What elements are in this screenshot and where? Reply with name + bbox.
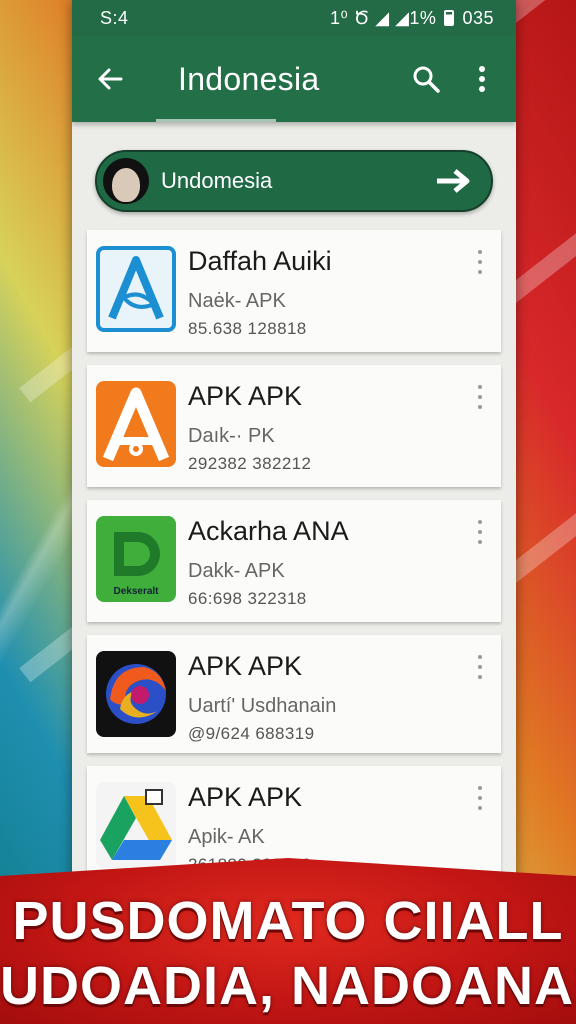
app-list-item[interactable]: Daffah Auiki Naėk- APK 85.638 128818 — [87, 230, 501, 352]
banner-headline-line-1: PUSDOMATO CIIALL — [12, 891, 564, 951]
search-icon — [413, 66, 440, 93]
item-menu-button[interactable] — [469, 782, 491, 814]
item-menu-button[interactable] — [469, 246, 491, 278]
app-name: Ackarha ANA — [188, 516, 349, 546]
app-stats: 85.638 128818 — [188, 319, 307, 338]
app-name: Daffah Auiki — [188, 246, 332, 276]
app-stats: 66:698 322318 — [188, 589, 307, 608]
status-indicators: 1⁰ Ծ ◢ ◢1% 035 — [330, 8, 494, 29]
go-button[interactable] — [429, 161, 477, 201]
arrow-left-icon — [98, 68, 123, 90]
page-title: Indonesia — [178, 60, 320, 97]
status-bar: S:4 1⁰ Ծ ◢ ◢1% 035 — [72, 0, 516, 36]
avatar-face-icon — [112, 168, 140, 202]
status-clock: 035 — [462, 7, 494, 28]
app-list-item[interactable]: APK APK Uartí' Usdhanain @9/624 688319 — [87, 635, 501, 753]
more-options-button[interactable] — [462, 59, 502, 99]
app-name: APK APK — [188, 651, 303, 681]
app-stats: 292382 382212 — [188, 454, 312, 473]
item-menu-button[interactable] — [469, 651, 491, 683]
app-subtitle: Uartí' Usdhanain — [188, 695, 337, 717]
app-subtitle: Apik- AK — [188, 826, 265, 848]
app-name: APK APK — [188, 782, 303, 812]
blue-a-icon — [96, 246, 176, 332]
app-name: APK APK — [188, 381, 303, 411]
back-button[interactable] — [90, 59, 130, 99]
avatar — [103, 158, 149, 204]
status-icons: 1⁰ Ծ ◢ ◢1% — [329, 7, 437, 28]
region-pill-text: Undomesia — [161, 168, 273, 193]
app-subtitle: Daık-· PK — [188, 425, 275, 447]
orange-a-icon — [96, 381, 176, 467]
app-stats: @9/624 688319 — [188, 724, 315, 743]
firefox-swirl-icon — [96, 651, 176, 737]
more-vert-icon — [479, 66, 485, 92]
item-menu-button[interactable] — [469, 516, 491, 548]
app-subtitle: Dakk- APK — [188, 560, 285, 582]
search-button[interactable] — [406, 59, 446, 99]
app-list-item[interactable]: Dekseralt Ackarha ANA Dakk- APK 66:698 3… — [87, 500, 501, 622]
arrow-right-icon — [437, 169, 470, 193]
drive-triangle-icon — [96, 782, 176, 868]
green-d-label: Dekseralt — [113, 585, 159, 597]
battery-icon — [444, 10, 455, 26]
phone-screen: S:4 1⁰ Ծ ◢ ◢1% 035 Indonesia Undomesia D… — [72, 0, 516, 900]
app-list-item[interactable]: APK APK Daık-· PK 292382 382212 — [87, 365, 501, 487]
region-search-pill[interactable]: Undomesia — [95, 150, 493, 212]
app-bar: Indonesia — [72, 36, 516, 122]
title-underline — [156, 119, 276, 122]
status-time: S:4 — [100, 7, 129, 28]
banner-headline-line-2: UDOADIA, NADOANA! — [0, 956, 576, 1016]
green-d-icon: Dekseralt — [96, 516, 176, 602]
app-subtitle: Naėk- APK — [188, 290, 286, 312]
item-menu-button[interactable] — [469, 381, 491, 413]
content-area: Undomesia Daffah Auiki Naėk- APK 85.638 … — [72, 122, 516, 900]
